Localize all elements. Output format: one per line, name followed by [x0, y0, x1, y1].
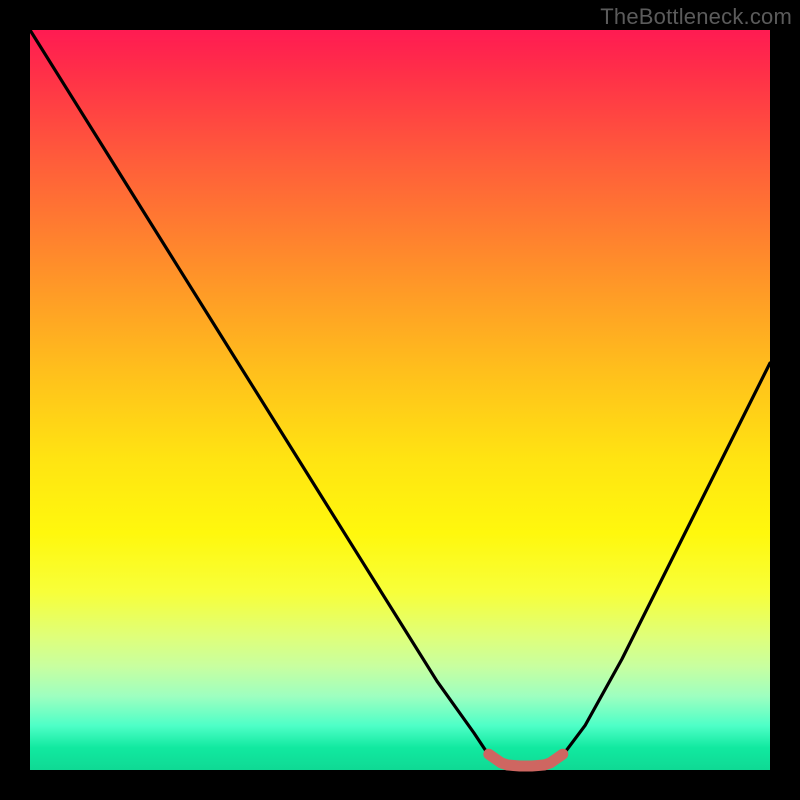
plot-area — [30, 30, 770, 770]
minimum-marker — [489, 754, 563, 766]
watermark-text: TheBottleneck.com — [600, 4, 792, 30]
bottleneck-curve — [30, 30, 770, 767]
chart-frame: TheBottleneck.com — [0, 0, 800, 800]
curve-svg — [30, 30, 770, 770]
